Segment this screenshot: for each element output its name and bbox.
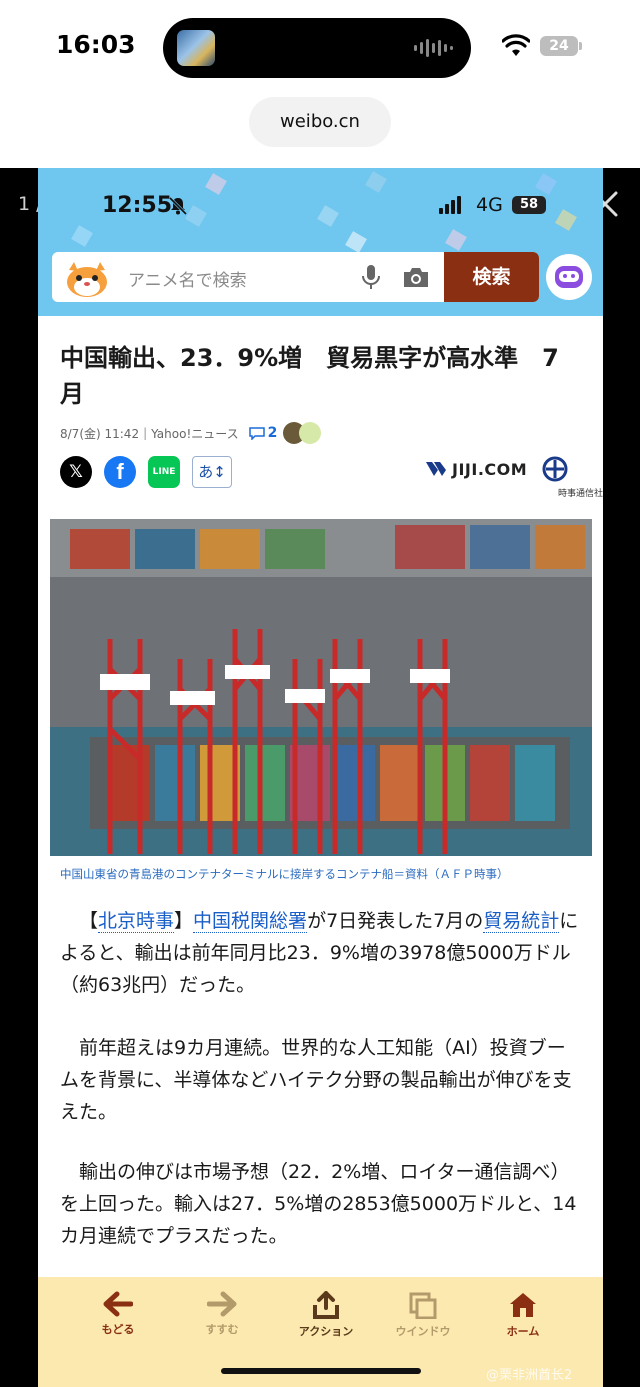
article-paragraph-3: 輸出の伸びは市場予想（22．2%増、ロイター通信調べ）を上回った。輸入は27．5… [60, 1161, 577, 1247]
cellular-signal-icon [439, 196, 461, 214]
embedded-screenshot: 12:55 4G 58 アニメ名で検索 検索 中国輸出、23．9%増 貿易黒字が… [38, 168, 603, 1387]
battery-tip [579, 42, 582, 50]
publisher-subtitle: 時事通信社 [558, 489, 603, 499]
meta-separator: | [143, 426, 148, 440]
comment-count[interactable]: 2 [268, 425, 278, 441]
back-button[interactable]: もどる [78, 1291, 158, 1337]
share-action-icon [313, 1291, 339, 1319]
article-meta: 8/7(金) 11:42 | Yahoo!ニュース 2 [60, 422, 322, 444]
mascot-logo-icon [67, 262, 107, 297]
url-bar[interactable]: weibo.cn [249, 97, 391, 147]
bracket-open: 【 [79, 910, 99, 932]
forward-button[interactable]: すすむ [182, 1291, 262, 1337]
home-button[interactable]: ホーム [483, 1291, 563, 1339]
dynamic-island[interactable] [163, 18, 471, 78]
forward-label: すすむ [205, 1323, 239, 1336]
outer-status-area: 16:03 24 weibo.cn [0, 0, 640, 168]
home-indicator[interactable] [221, 1368, 421, 1374]
ship-deck [90, 737, 570, 829]
jiji-logo-icon [426, 462, 446, 476]
forward-arrow-icon [207, 1291, 237, 1317]
silent-bell-icon [168, 196, 188, 216]
search-input[interactable]: アニメ名で検索 [128, 266, 247, 291]
publisher-name: JIJI.COM [452, 459, 528, 479]
search-bar[interactable]: アニメ名で検索 検索 [52, 252, 539, 302]
font-size-button[interactable]: あ↕ [192, 456, 232, 488]
home-icon [510, 1293, 536, 1317]
microphone-icon[interactable] [360, 263, 382, 291]
comment-icon[interactable] [248, 426, 265, 440]
site-header: 12:55 4G 58 アニメ名で検索 検索 [38, 168, 603, 316]
article-paragraph-1: 【北京時事】中国税関総署が7日発表した7月の貿易統計によると、輸出は前年同月比2… [60, 905, 580, 1001]
article-source: Yahoo!ニュース [151, 426, 239, 441]
port-photo[interactable] [50, 519, 592, 856]
audio-waveform-icon [414, 37, 453, 59]
assistant-icon[interactable] [546, 254, 592, 300]
paragraph-1-mid: が7日発表した7月の [307, 910, 484, 932]
publisher-logo: JIJI.COM [424, 458, 527, 480]
wifi-icon [502, 34, 530, 56]
link-customs-office[interactable]: 中国税関総署 [193, 910, 308, 933]
window-button[interactable]: ウインドウ [383, 1291, 463, 1339]
bracket-close: 】 [174, 910, 194, 932]
share-buttons: 𝕏 f LINE あ↕ [60, 456, 232, 488]
link-trade-statistics[interactable]: 貿易統計 [483, 910, 560, 933]
window-icon [409, 1292, 437, 1319]
home-label: ホーム [506, 1325, 540, 1338]
jiji-emblem-icon [542, 456, 568, 482]
window-label: ウインドウ [395, 1325, 451, 1338]
line-share-button[interactable]: LINE [148, 456, 180, 488]
back-label: もどる [101, 1323, 135, 1336]
status-time: 16:03 [56, 30, 136, 59]
article-paragraph-2: 前年超えは9カ月連続。世界的な人工知能（AI）投資ブームを背景に、半導体などハイ… [60, 1037, 572, 1123]
camera-icon[interactable] [402, 265, 430, 289]
link-beijing-jiji[interactable]: 北京時事 [98, 910, 175, 933]
inner-battery-icon: 58 [512, 196, 546, 214]
facebook-share-button[interactable]: f [104, 456, 136, 488]
article-headline: 中国輸出、23．9%増 貿易黒字が高水準 7月 [60, 344, 559, 408]
inner-status-time: 12:55 [102, 193, 173, 218]
action-label: アクション [298, 1325, 354, 1338]
network-type: 4G [476, 194, 503, 216]
back-arrow-icon [103, 1291, 133, 1317]
action-button[interactable]: アクション [286, 1291, 366, 1339]
smile-reaction-icon [299, 422, 322, 444]
search-button[interactable]: 検索 [444, 252, 539, 302]
article-date: 8/7(金) 11:42 [60, 426, 140, 441]
photo-caption: 中国山東省の青島港のコンテナターミナルに接岸するコンテナ船＝資料（ＡＦＰ時事） [60, 867, 509, 881]
battery-icon: 24 [540, 36, 578, 56]
weibo-watermark: @栗非洲酋长2 [486, 1368, 573, 1383]
x-share-button[interactable]: 𝕏 [60, 456, 92, 488]
now-playing-thumbnail [177, 30, 215, 66]
